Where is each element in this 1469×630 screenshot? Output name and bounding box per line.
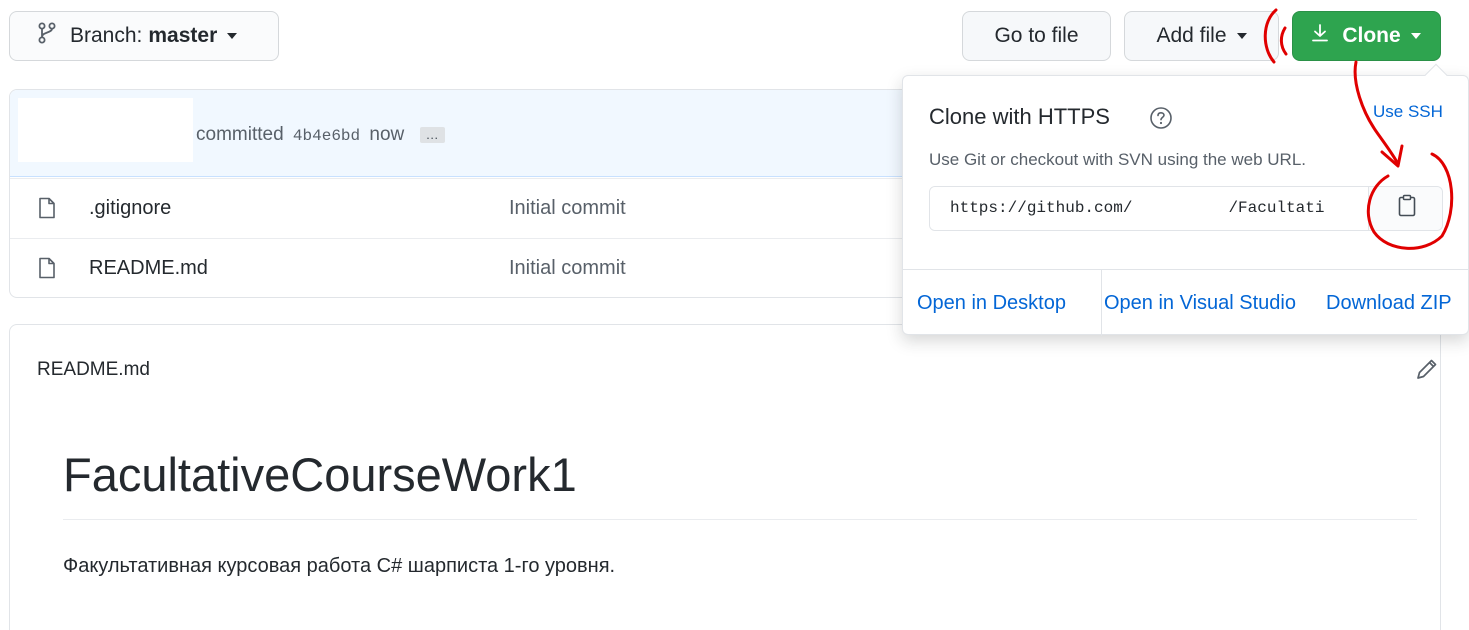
avatar (18, 98, 193, 162)
readme-description: Факультативная курсовая работа C# шарпис… (63, 555, 616, 577)
go-to-file-button[interactable]: Go to file (962, 11, 1111, 61)
divider (1101, 270, 1102, 336)
go-to-file-label: Go to file (994, 24, 1079, 47)
add-file-label: Add file (1156, 24, 1227, 47)
chevron-down-icon (1410, 33, 1421, 39)
readme-filename: README.md (37, 359, 150, 380)
download-zip-link[interactable]: Download ZIP (1326, 292, 1452, 315)
divider (903, 269, 1468, 270)
annotation-bracket (1279, 26, 1288, 56)
file-name-link[interactable]: README.md (89, 257, 208, 280)
clone-button[interactable]: Clone (1292, 11, 1441, 61)
commit-text: committed (196, 124, 284, 145)
file-icon (38, 197, 56, 224)
use-ssh-link[interactable]: Use SSH (1373, 102, 1443, 122)
file-commit-message-link[interactable]: Initial commit (509, 197, 626, 220)
chevron-down-icon (1236, 33, 1247, 39)
clone-url-input[interactable]: https://github.com/ /Facultati (930, 187, 1368, 230)
clone-instructions: Use Git or checkout with SVN using the w… (929, 150, 1306, 169)
clone-label: Clone (1342, 24, 1401, 47)
commit-time: now (369, 124, 405, 145)
readme-title: FacultativeCourseWork1 (63, 448, 577, 501)
open-in-desktop-link[interactable]: Open in Desktop (917, 292, 1066, 315)
clone-url-group: https://github.com/ /Facultati (929, 186, 1443, 231)
open-in-visual-studio-link[interactable]: Open in Visual Studio (1104, 292, 1296, 315)
file-name-link[interactable]: .gitignore (89, 197, 171, 220)
file-commit-message-link[interactable]: Initial commit (509, 257, 626, 280)
chevron-down-icon (227, 33, 238, 39)
clipboard-icon (1397, 194, 1417, 223)
download-icon (1312, 24, 1329, 48)
file-icon (38, 257, 56, 284)
branch-label: Branch: (70, 24, 143, 47)
add-file-button[interactable]: Add file (1124, 11, 1279, 61)
commit-sha-link[interactable]: 4b4e6bd (293, 127, 360, 145)
readme-panel: README.md FacultativeCourseWork1 Факульт… (9, 324, 1441, 630)
question-icon[interactable] (1149, 106, 1173, 135)
clone-dropdown-title: Clone with HTTPS (929, 104, 1110, 129)
commit-expand-button[interactable]: … (419, 126, 445, 143)
pencil-icon[interactable] (1415, 357, 1439, 386)
clone-dropdown: Clone with HTTPS Use SSH Use Git or chec… (902, 63, 1469, 336)
copy-url-button[interactable] (1368, 187, 1442, 230)
branch-name: master (148, 24, 218, 47)
branch-select-button[interactable]: Branch: master (9, 11, 279, 61)
commit-summary: committed 4b4e6bd now … (196, 124, 445, 146)
dropdown-caret (1424, 63, 1448, 87)
git-branch-icon (38, 22, 56, 50)
divider (63, 519, 1417, 520)
